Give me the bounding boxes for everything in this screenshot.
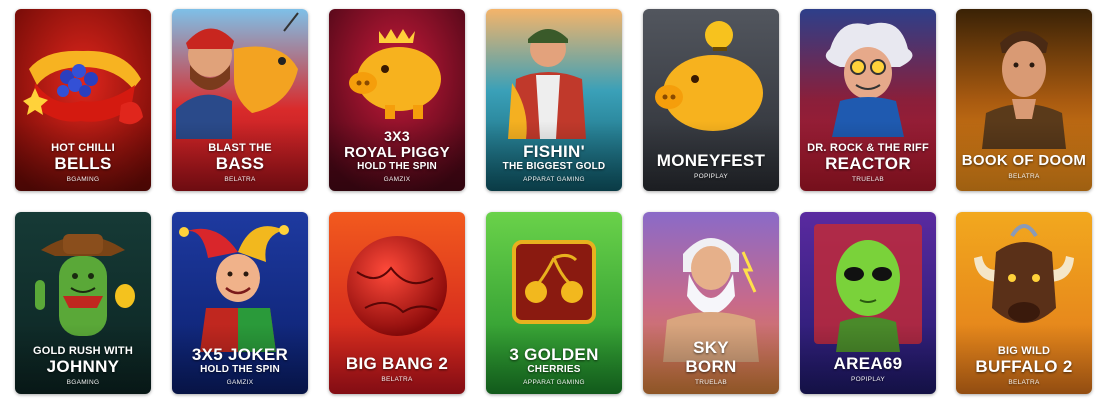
game-provider: BELATRA (1008, 173, 1040, 180)
game-title-line2: FISHIN' (523, 142, 585, 161)
game-title-line2: BOOK OF DOOM (961, 152, 1087, 169)
game-provider: BELATRA (381, 376, 413, 383)
game-card-moneyfest[interactable]: MONEYFEST POPIPLAY (643, 9, 779, 191)
game-provider: POPIPLAY (850, 376, 886, 383)
game-provider: TRUELAB (694, 379, 728, 386)
game-title-line2: BUFFALO 2 (975, 357, 1073, 376)
game-title-block: 3X3 ROYAL PIGGY HOLD THE SPIN GAMZIX (329, 129, 465, 184)
game-card-big-wild-buffalo-2[interactable]: BIG WILD BUFFALO 2 BELATRA (956, 212, 1092, 394)
game-title-block: BIG WILD BUFFALO 2 BELATRA (956, 345, 1092, 387)
game-title-block: 3X5 JOKER HOLD THE SPIN GAMZIX (172, 345, 308, 387)
game-title-line1: BIG WILD (997, 345, 1051, 357)
game-title-block: BIG BANG 2 BELATRA (329, 354, 465, 384)
game-title-line3: HOLD THE SPIN (200, 364, 280, 375)
game-provider: POPIPLAY (693, 173, 729, 180)
game-provider: BGAMING (66, 176, 100, 183)
game-card-fishin[interactable]: FISHIN' THE BIGGEST GOLD APPARAT GAMING (486, 9, 622, 191)
game-title-line2: BASS (215, 154, 265, 173)
game-title-block: FISHIN' THE BIGGEST GOLD APPARAT GAMING (486, 142, 622, 184)
game-title-line3: HOLD THE SPIN (357, 161, 437, 172)
game-title-line1: HOT CHILLI (51, 142, 115, 154)
game-provider: APPARAT GAMING (523, 379, 585, 386)
game-card-book-of-doom[interactable]: BOOK OF DOOM BELATRA (956, 9, 1092, 191)
game-card-sky-born[interactable]: SKY BORN TRUELAB (643, 212, 779, 394)
game-provider: TRUELAB (851, 176, 885, 183)
game-card-riff-reactor[interactable]: DR. ROCK & THE RIFF REACTOR TRUELAB (800, 9, 936, 191)
game-title-line2: AREA69 (833, 354, 903, 373)
game-card-3x5-joker[interactable]: 3X5 JOKER HOLD THE SPIN GAMZIX (172, 212, 308, 394)
game-title-block: 3 GOLDEN CHERRIES APPARAT GAMING (486, 345, 622, 387)
game-provider: BELATRA (1008, 379, 1040, 386)
game-title-block: MONEYFEST POPIPLAY (643, 151, 779, 181)
game-title-line2: 3 GOLDEN (509, 345, 599, 364)
game-title-block: SKY BORN TRUELAB (643, 338, 779, 387)
game-card-hot-chilli-bells[interactable]: HOT CHILLI BELLS BGAMING (15, 9, 151, 191)
game-title-block: BOOK OF DOOM BELATRA (956, 151, 1092, 181)
game-title-line1: BLAST THE (208, 142, 272, 154)
game-title-line3: CHERRIES (527, 364, 581, 375)
game-provider: BGAMING (66, 379, 100, 386)
game-title-line2: 3X5 JOKER (191, 345, 289, 364)
games-grid: HOT CHILLI BELLS BGAMING BLAST THE BASS … (0, 0, 1100, 400)
game-title-line1: GOLD RUSH WITH (33, 345, 133, 357)
game-card-blast-the-bass[interactable]: BLAST THE BASS BELATRA (172, 9, 308, 191)
game-title-line3: BORN (685, 357, 737, 376)
game-provider: BELATRA (224, 176, 256, 183)
game-card-royal-piggy[interactable]: 3X3 ROYAL PIGGY HOLD THE SPIN GAMZIX (329, 9, 465, 191)
game-provider: APPARAT GAMING (523, 176, 585, 183)
game-card-gold-rush-johnny[interactable]: GOLD RUSH WITH JOHNNY BGAMING (15, 212, 151, 394)
game-title-line1: 3X3 (384, 128, 410, 144)
game-title-line2: REACTOR (825, 154, 911, 173)
game-title-line3: THE BIGGEST GOLD (502, 161, 606, 172)
game-title-line2: JOHNNY (46, 357, 120, 376)
game-title-block: AREA69 POPIPLAY (800, 354, 936, 384)
game-title-block: DR. ROCK & THE RIFF REACTOR TRUELAB (800, 142, 936, 184)
game-title-line2: BELLS (54, 154, 112, 173)
game-title-line2: SKY (693, 338, 729, 357)
game-card-area69[interactable]: AREA69 POPIPLAY (800, 212, 936, 394)
game-card-big-bang-2[interactable]: BIG BANG 2 BELATRA (329, 212, 465, 394)
game-title-line2: BIG BANG 2 (345, 354, 449, 373)
game-card-3-golden-cherries[interactable]: 3 GOLDEN CHERRIES APPARAT GAMING (486, 212, 622, 394)
game-title-line2: MONEYFEST (656, 151, 766, 170)
game-title-block: GOLD RUSH WITH JOHNNY BGAMING (15, 345, 151, 387)
game-provider: GAMZIX (383, 176, 411, 183)
game-title-line1: DR. ROCK & THE RIFF (807, 142, 929, 154)
game-provider: GAMZIX (226, 379, 254, 386)
game-title-block: HOT CHILLI BELLS BGAMING (15, 142, 151, 184)
game-title-line2: ROYAL PIGGY (344, 144, 450, 161)
game-title-block: BLAST THE BASS BELATRA (172, 142, 308, 184)
